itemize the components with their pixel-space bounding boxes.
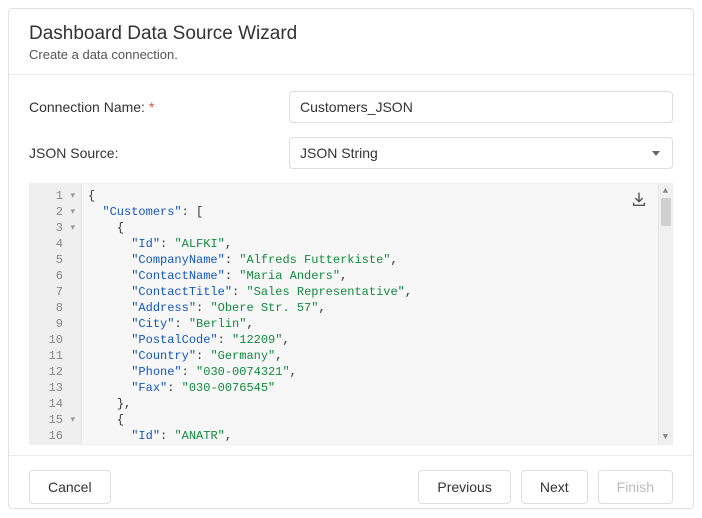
json-source-value: JSON String <box>300 145 378 161</box>
wizard-footer: Cancel Previous Next Finish <box>9 455 693 518</box>
code-line: "ContactTitle": "Sales Representative", <box>88 284 652 300</box>
code-line: "Customers": [ <box>88 204 652 220</box>
json-source-label: JSON Source: <box>29 145 289 161</box>
line-number: 3▾ <box>34 220 75 236</box>
scroll-down-icon[interactable]: ▼ <box>659 430 672 444</box>
wizard-subtitle: Create a data connection. <box>29 47 673 62</box>
code-line: "Country": "Germany", <box>88 348 652 364</box>
editor-scrollbar[interactable]: ▲ ▼ <box>658 184 672 444</box>
code-line: "ContactName": "Maria Anders", <box>88 268 652 284</box>
code-line: "Id": "ALFKI", <box>88 236 652 252</box>
chevron-down-icon <box>652 151 660 156</box>
code-line: "Fax": "030-0076545" <box>88 380 652 396</box>
code-line: "Id": "ANATR", <box>88 428 652 444</box>
editor-gutter: 1▾2▾3▾456789101112131415▾16 <box>30 184 82 444</box>
code-line: { <box>88 412 652 428</box>
connection-name-input[interactable] <box>289 91 673 123</box>
line-number: 6 <box>34 268 75 284</box>
scroll-up-icon[interactable]: ▲ <box>659 184 672 198</box>
line-number: 11 <box>34 348 75 364</box>
code-line: "Address": "Obere Str. 57", <box>88 300 652 316</box>
import-icon[interactable] <box>630 190 650 210</box>
line-number: 9 <box>34 316 75 332</box>
connection-name-label-text: Connection Name: <box>29 99 145 115</box>
line-number: 13 <box>34 380 75 396</box>
finish-button: Finish <box>598 470 673 504</box>
line-number: 10 <box>34 332 75 348</box>
next-button[interactable]: Next <box>521 470 588 504</box>
line-number: 12 <box>34 364 75 380</box>
required-asterisk: * <box>149 99 154 115</box>
json-source-row: JSON Source: JSON String <box>29 137 673 169</box>
wizard-body: Connection Name:* JSON Source: JSON Stri… <box>9 75 693 455</box>
line-number: 8 <box>34 300 75 316</box>
cancel-button[interactable]: Cancel <box>29 470 111 504</box>
connection-row: Connection Name:* <box>29 91 673 123</box>
code-line: }, <box>88 396 652 412</box>
code-line: "Phone": "030-0074321", <box>88 364 652 380</box>
line-number: 15▾ <box>34 412 75 428</box>
previous-button[interactable]: Previous <box>418 470 510 504</box>
wizard-header: Dashboard Data Source Wizard Create a da… <box>9 9 693 75</box>
scroll-thumb[interactable] <box>661 198 671 226</box>
code-line: "PostalCode": "12209", <box>88 332 652 348</box>
json-editor[interactable]: 1▾2▾3▾456789101112131415▾16 { "Customers… <box>29 183 673 445</box>
wizard-dialog: Dashboard Data Source Wizard Create a da… <box>8 8 694 509</box>
line-number: 14 <box>34 396 75 412</box>
line-number: 1▾ <box>34 188 75 204</box>
line-number: 7 <box>34 284 75 300</box>
code-line: "City": "Berlin", <box>88 316 652 332</box>
json-source-select[interactable]: JSON String <box>289 137 673 169</box>
code-line: "CompanyName": "Alfreds Futterkiste", <box>88 252 652 268</box>
editor-code[interactable]: { "Customers": [ { "Id": "ALFKI", "Compa… <box>82 184 658 444</box>
code-line: { <box>88 220 652 236</box>
line-number: 4 <box>34 236 75 252</box>
line-number: 2▾ <box>34 204 75 220</box>
wizard-title: Dashboard Data Source Wizard <box>29 23 673 45</box>
connection-name-label: Connection Name:* <box>29 99 289 115</box>
code-line: { <box>88 188 652 204</box>
line-number: 5 <box>34 252 75 268</box>
line-number: 16 <box>34 428 75 444</box>
